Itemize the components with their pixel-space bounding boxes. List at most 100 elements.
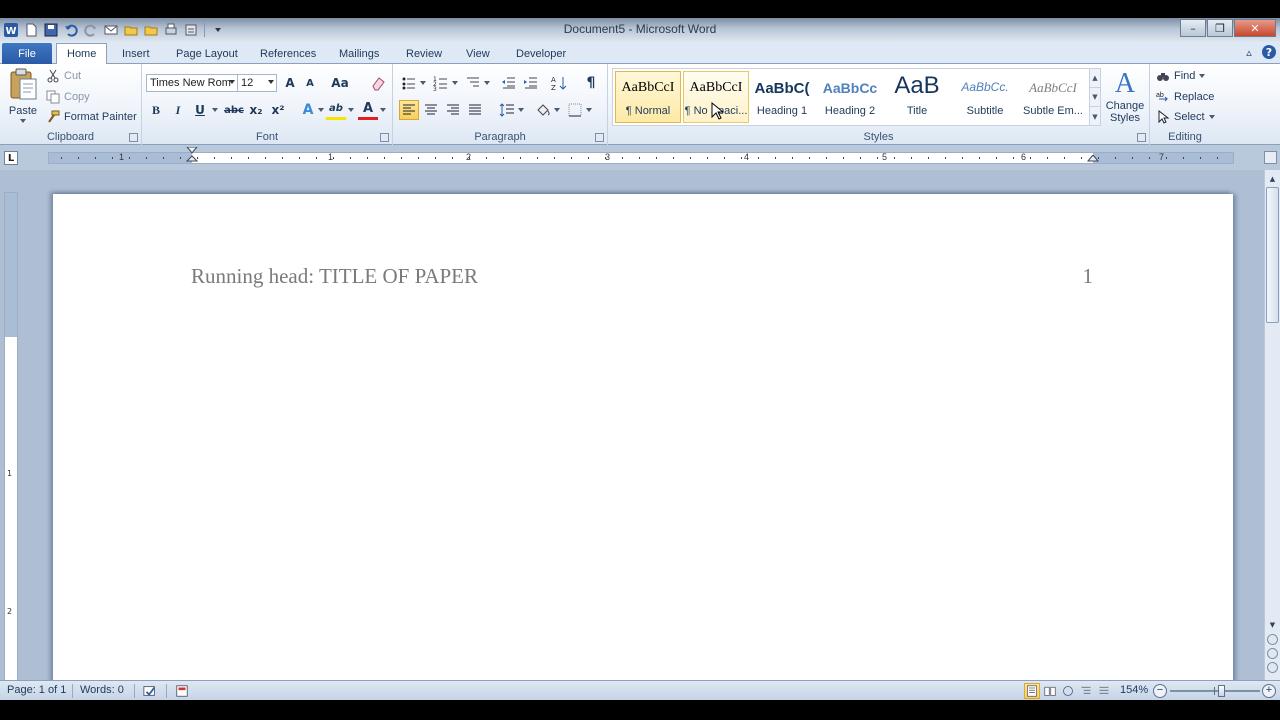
justify-button[interactable]	[465, 100, 485, 120]
tab-page-layout[interactable]: Page Layout	[166, 44, 248, 64]
underline-button[interactable]: U	[190, 100, 210, 120]
text-effects-dropdown[interactable]	[318, 100, 324, 120]
grow-font-button[interactable]: A	[280, 73, 300, 93]
style-subtle-emphasis[interactable]: AaBbCcI Subtle Em...	[1020, 71, 1086, 123]
change-case-button[interactable]: Aa	[328, 73, 352, 93]
highlight-button[interactable]: ab	[326, 100, 346, 120]
proofing-icon[interactable]	[142, 683, 158, 699]
zoom-slider[interactable]	[1170, 685, 1260, 697]
gallery-up-icon[interactable]: ▲	[1090, 69, 1100, 88]
tab-insert[interactable]: Insert	[112, 44, 160, 64]
bullets-button[interactable]	[399, 73, 419, 93]
superscript-button[interactable]: x²	[268, 100, 288, 120]
indent-markers[interactable]	[186, 147, 198, 163]
line-spacing-dropdown[interactable]	[518, 100, 524, 120]
font-color-button[interactable]: A	[358, 100, 378, 120]
view-ruler-button[interactable]	[1264, 151, 1277, 164]
underline-dropdown[interactable]	[212, 100, 218, 120]
align-left-button[interactable]	[399, 100, 419, 120]
select-dropdown-arrow[interactable]	[1208, 115, 1215, 119]
zoom-level[interactable]: 154%	[1120, 684, 1148, 696]
browse-object-icon[interactable]	[1267, 648, 1278, 659]
web-layout-view-button[interactable]	[1060, 683, 1076, 699]
print-layout-view-button[interactable]	[1024, 683, 1040, 699]
numbering-button[interactable]: 123	[431, 73, 451, 93]
draft-view-button[interactable]	[1096, 683, 1112, 699]
format-painter-button[interactable]: Format Painter	[46, 108, 137, 126]
highlight-dropdown[interactable]	[348, 100, 354, 120]
show-formatting-button[interactable]: ¶	[581, 73, 601, 93]
align-center-button[interactable]	[421, 100, 441, 120]
macro-recording-icon[interactable]	[174, 683, 190, 699]
header-page-number[interactable]: 1	[1083, 264, 1094, 289]
zoom-slider-thumb[interactable]	[1218, 685, 1225, 697]
previous-page-icon[interactable]	[1267, 634, 1278, 645]
minimize-button[interactable]: –	[1180, 19, 1206, 37]
scroll-down-icon[interactable]: ▼	[1266, 618, 1279, 632]
replace-button[interactable]: ab Replace	[1156, 88, 1214, 106]
scroll-up-icon[interactable]: ▲	[1266, 172, 1279, 186]
style-heading-1[interactable]: AaBbC( Heading 1	[749, 71, 815, 123]
word-count[interactable]: Words: 0	[80, 684, 124, 696]
font-size-combo[interactable]: 12	[237, 74, 277, 92]
font-name-combo[interactable]: Times New Rom	[146, 74, 238, 92]
gallery-more-icon[interactable]: ▼	[1090, 107, 1100, 126]
style-title[interactable]: AaB Title	[884, 71, 950, 123]
zoom-in-button[interactable]: +	[1262, 684, 1276, 698]
running-head[interactable]: Running head: TITLE OF PAPER	[191, 264, 478, 289]
style-normal[interactable]: AaBbCcI ¶ Normal	[615, 71, 681, 123]
paste-dropdown-arrow[interactable]	[20, 119, 26, 123]
styles-dialog-launcher[interactable]	[1137, 133, 1146, 142]
font-name-dropdown-arrow[interactable]	[229, 80, 235, 84]
vertical-ruler[interactable]: 1 2	[4, 192, 18, 680]
clear-formatting-button[interactable]	[368, 73, 388, 93]
multilevel-list-dropdown[interactable]	[484, 73, 490, 93]
select-button[interactable]: Select	[1156, 108, 1215, 126]
font-color-dropdown[interactable]	[380, 100, 386, 120]
find-dropdown-arrow[interactable]	[1199, 74, 1206, 78]
italic-button[interactable]: I	[168, 100, 188, 120]
collapse-ribbon-icon[interactable]: ▵	[1242, 45, 1256, 59]
tab-mailings[interactable]: Mailings	[329, 44, 389, 64]
numbering-dropdown[interactable]	[452, 73, 458, 93]
document-page[interactable]: Running head: TITLE OF PAPER 1	[53, 194, 1233, 680]
font-size-dropdown-arrow[interactable]	[268, 80, 274, 84]
tab-review[interactable]: Review	[396, 44, 452, 64]
shrink-font-button[interactable]: A	[300, 73, 320, 93]
change-styles-button[interactable]: A Change Styles	[1104, 68, 1146, 128]
font-dialog-launcher[interactable]	[380, 133, 389, 142]
find-button[interactable]: Find	[1156, 67, 1206, 85]
next-page-icon[interactable]	[1267, 662, 1278, 673]
horizontal-ruler[interactable]: 1 1 2 3 4 5 6 7	[48, 147, 1234, 164]
borders-button[interactable]	[565, 100, 585, 120]
help-icon[interactable]: ?	[1262, 45, 1276, 59]
outline-view-button[interactable]	[1078, 683, 1094, 699]
full-screen-reading-view-button[interactable]	[1042, 683, 1058, 699]
copy-button[interactable]: Copy	[46, 88, 90, 106]
style-subtitle[interactable]: AaBbCc. Subtitle	[952, 71, 1018, 123]
restore-button[interactable]: ❐	[1207, 19, 1233, 37]
paste-button[interactable]: Paste	[6, 68, 40, 124]
tab-selector-button[interactable]: L	[4, 151, 18, 165]
scrollbar-thumb[interactable]	[1266, 187, 1279, 323]
shading-button[interactable]	[533, 100, 553, 120]
cut-button[interactable]: Cut	[46, 67, 81, 85]
tab-home[interactable]: Home	[56, 43, 108, 64]
zoom-out-button[interactable]: −	[1153, 684, 1167, 698]
shading-dropdown[interactable]	[554, 100, 560, 120]
page-count[interactable]: Page: 1 of 1	[7, 684, 66, 696]
multilevel-list-button[interactable]	[463, 73, 483, 93]
text-effects-button[interactable]: A	[298, 100, 318, 120]
tab-file[interactable]: File	[2, 43, 52, 64]
tab-view[interactable]: View	[456, 44, 500, 64]
sort-button[interactable]: AZ	[549, 73, 569, 93]
decrease-indent-button[interactable]	[499, 73, 519, 93]
borders-dropdown[interactable]	[586, 100, 592, 120]
align-right-button[interactable]	[443, 100, 463, 120]
paragraph-dialog-launcher[interactable]	[595, 133, 604, 142]
line-spacing-button[interactable]	[497, 100, 517, 120]
tab-references[interactable]: References	[250, 44, 326, 64]
tab-developer[interactable]: Developer	[506, 44, 576, 64]
bullets-dropdown[interactable]	[420, 73, 426, 93]
subscript-button[interactable]: x₂	[246, 100, 266, 120]
